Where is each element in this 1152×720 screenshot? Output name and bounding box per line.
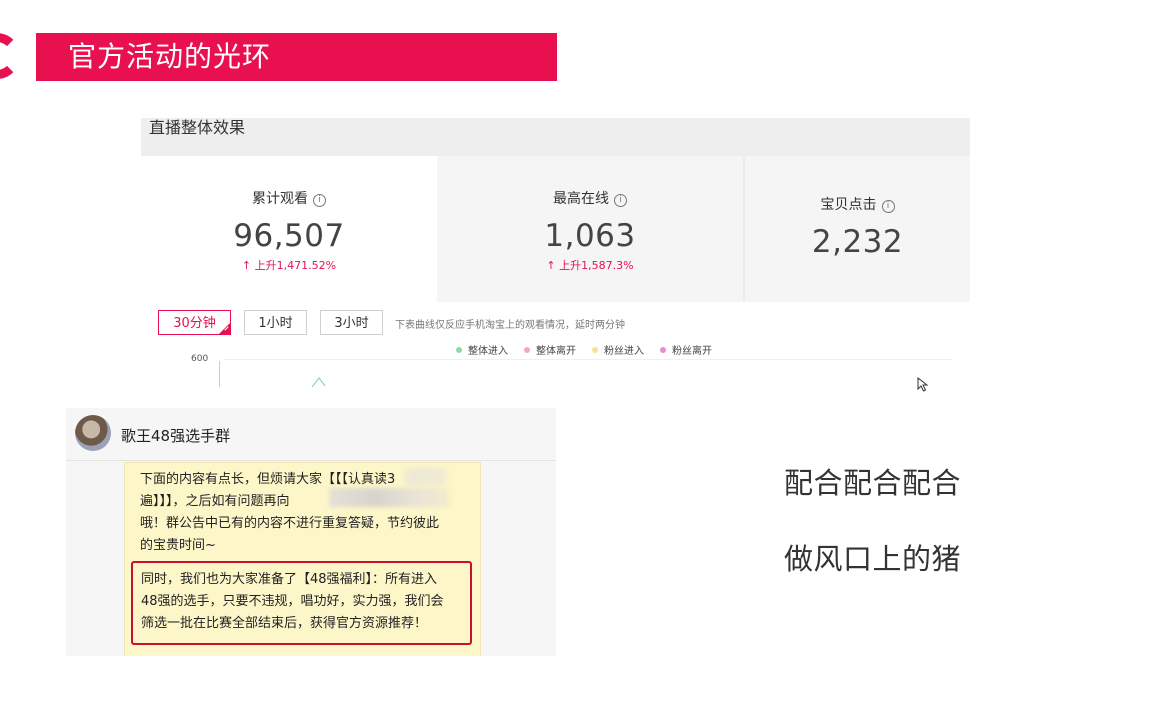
time-button-1hour[interactable]: 1小时: [244, 310, 307, 335]
message-bubble: 下面的内容有点长，但烦请大家【【【认真读3 遍】】】，之后如有问题再向 哦！群公…: [124, 462, 481, 656]
caption-pig-in-wind: 做风口上的猪: [784, 542, 962, 576]
info-icon[interactable]: i: [614, 194, 627, 207]
chart-legend: 整体进入 整体离开 粉丝进入 粉丝离开: [456, 342, 712, 357]
group-name: 歌王48强选手群: [121, 427, 231, 445]
redacted-blur: [329, 488, 449, 507]
stat-card-total-views: 累计观看 i 96,507 ↑ 上升1,471.52%: [141, 156, 437, 302]
group-chat-screenshot: 歌王48强选手群 下面的内容有点长，但烦请大家【【【认真读3 遍】】】，之后如有…: [66, 408, 556, 656]
selected-check-icon: [219, 323, 230, 334]
mouse-cursor-icon: [917, 377, 929, 392]
legend-dot-icon: [456, 346, 462, 353]
chart-gridline: [223, 359, 953, 360]
legend-dot-icon: [660, 346, 666, 353]
y-axis-line: [219, 361, 220, 387]
time-button-30min[interactable]: 30分钟: [158, 310, 231, 335]
y-axis-tick: 600: [191, 354, 209, 364]
highlighted-announcement: 同时，我们也为大家准备了【48强福利】：所有进入 48强的选手，只要不违规，唱功…: [131, 561, 472, 645]
legend-item[interactable]: 粉丝离开: [660, 342, 712, 357]
chart-line-fragment: [311, 377, 326, 388]
info-icon[interactable]: i: [313, 194, 326, 207]
stat-change: ↑ 上升1,471.52%: [241, 259, 337, 272]
stat-value: 96,507: [233, 218, 345, 254]
stat-label: 最高在线: [553, 191, 609, 207]
stat-card-item-clicks: 宝贝点击 i 2,232: [743, 156, 970, 302]
legend-dot-icon: [524, 346, 530, 353]
stat-change: ↑ 上升1,587.3%: [546, 259, 634, 272]
chat-header: 歌王48强选手群: [66, 408, 556, 461]
stat-card-peak-online: 最高在线 i 1,063 ↑ 上升1,587.3%: [437, 156, 743, 302]
panel-header: 直播整体效果: [141, 118, 970, 156]
legend-dot-icon: [592, 346, 598, 353]
stat-label: 宝贝点击: [820, 197, 877, 213]
avatar[interactable]: [75, 415, 111, 451]
time-button-3hour[interactable]: 3小时: [320, 310, 383, 335]
stat-value: 1,063: [544, 218, 636, 254]
legend-item[interactable]: 整体离开: [524, 342, 576, 357]
legend-item[interactable]: 整体进入: [456, 342, 508, 357]
chart-note: 下表曲线仅反应手机淘宝上的观看情况，延时两分钟: [395, 320, 625, 331]
info-icon[interactable]: i: [881, 200, 895, 213]
slide-title: 官方活动的光环: [36, 33, 557, 81]
redacted-blur: [405, 468, 445, 486]
stat-value: 2,232: [811, 224, 904, 260]
live-dashboard-panel: 直播整体效果 累计观看 i 96,507 ↑ 上升1,471.52% 最高在线 i …: [141, 118, 970, 400]
caption-cooperate: 配合配合配合: [784, 466, 962, 500]
stat-label: 累计观看: [252, 191, 308, 207]
legend-item[interactable]: 粉丝进入: [592, 342, 644, 357]
brand-logo-icon: [0, 33, 20, 79]
